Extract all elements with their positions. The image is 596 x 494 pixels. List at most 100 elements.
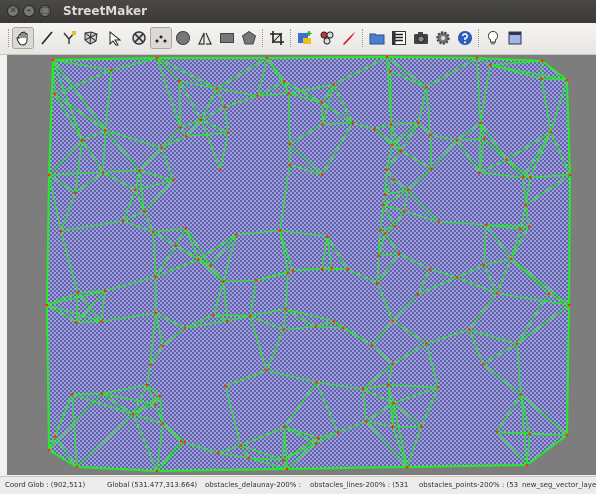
mesh-tool-button[interactable] <box>80 27 102 49</box>
mesh-vertex <box>428 268 431 271</box>
no-entry-tool-button[interactable] <box>128 27 150 49</box>
mesh-vertex <box>172 179 175 182</box>
line-tool-button[interactable] <box>58 27 80 49</box>
mesh-vertex <box>391 143 394 146</box>
mesh-vertex <box>549 131 552 134</box>
mirror-tool-button[interactable] <box>194 27 216 49</box>
mesh-vertex <box>468 328 471 331</box>
window-tool-button[interactable] <box>504 27 526 49</box>
mesh-edge <box>214 315 250 316</box>
mesh-vertex <box>332 320 335 323</box>
mesh-vertex <box>379 229 382 232</box>
red-brush-icon <box>341 30 357 46</box>
mesh-vertex <box>110 69 113 72</box>
brush-tool-button[interactable] <box>338 27 360 49</box>
mesh-vertex <box>149 363 152 366</box>
layer-status: obstacles_delaunay-200% : <box>205 481 301 489</box>
crop-tool-button[interactable] <box>266 27 288 49</box>
point-tool-button[interactable] <box>150 27 172 49</box>
select-arrow-tool-button[interactable] <box>104 27 126 49</box>
mesh-vertex <box>185 135 188 138</box>
mesh-vertex <box>417 293 420 296</box>
settings-tool-button[interactable] <box>432 27 454 49</box>
mesh-edge <box>322 103 323 125</box>
circle-tool-button[interactable] <box>172 27 194 49</box>
mesh-vertex <box>256 94 259 97</box>
mesh-vertex <box>224 385 227 388</box>
mesh-vertex <box>122 220 125 223</box>
hand-tool-button[interactable] <box>12 27 34 49</box>
mesh-vertex <box>321 268 324 271</box>
mesh-vertex <box>216 452 219 455</box>
folder-tool-button[interactable] <box>366 27 388 49</box>
mesh-vertex <box>529 176 532 179</box>
mesh-vertex <box>81 139 84 142</box>
maximize-window-button[interactable]: □ <box>39 5 51 17</box>
mesh-vertex <box>154 275 157 278</box>
mesh-edge <box>390 71 391 124</box>
rectangle-tool-button[interactable] <box>216 27 238 49</box>
mesh-vertex <box>100 320 103 323</box>
mesh-vertex <box>392 402 395 405</box>
layer-status: obstacles_points-200% : (53 <box>419 481 518 489</box>
pencil-tool-button[interactable] <box>36 27 58 49</box>
mesh-vertex <box>76 291 79 294</box>
camera-tool-button[interactable] <box>410 27 432 49</box>
mesh-vertex <box>528 225 531 228</box>
mesh-vertex <box>255 279 258 282</box>
mesh-vertex <box>330 267 333 270</box>
list-tool-button[interactable] <box>388 27 410 49</box>
mesh-vertex <box>209 264 212 267</box>
mesh-vertex <box>46 304 49 307</box>
mesh-vertex <box>76 466 79 469</box>
mesh-vertex <box>437 220 440 223</box>
layer-status: obstacles_lines-200% : (531 <box>310 481 408 489</box>
minimize-window-button[interactable]: – <box>23 5 35 17</box>
rectangle-icon <box>219 30 235 46</box>
no-entry-icon <box>131 30 147 46</box>
mesh-vertex <box>393 225 396 228</box>
delaunay-mesh <box>7 55 596 475</box>
mesh-vertex <box>376 282 379 285</box>
mesh-vertex <box>265 369 268 372</box>
mesh-vertex <box>156 57 159 60</box>
arrow-cursor-icon <box>107 30 123 46</box>
help-tool-button[interactable] <box>454 27 476 49</box>
mesh-vertex <box>361 388 364 391</box>
mirror-icon <box>197 30 213 46</box>
close-window-button[interactable]: ✕ <box>7 5 19 17</box>
mesh-vertex <box>430 167 433 170</box>
mesh-vertex <box>146 384 149 387</box>
mesh-vertex <box>184 227 187 230</box>
polygon-tool-button[interactable] <box>238 27 260 49</box>
mesh-vertex <box>483 264 486 267</box>
mesh-vertex <box>391 320 394 323</box>
mesh-vertex <box>384 232 387 235</box>
layer-tool-button[interactable] <box>294 27 316 49</box>
spline-icon <box>61 30 77 46</box>
mesh-vertex <box>132 413 135 416</box>
mesh-vertex <box>54 93 57 96</box>
mesh-vertex <box>407 189 410 192</box>
bulb-tool-button[interactable] <box>482 27 504 49</box>
mesh-vertex <box>386 56 389 59</box>
mesh-vertex <box>183 327 186 330</box>
mesh-vertex <box>104 289 107 292</box>
link-tool-button[interactable] <box>316 27 338 49</box>
mesh-vertex <box>342 327 345 330</box>
list-icon <box>391 30 407 46</box>
mesh-vertex <box>520 393 523 396</box>
toolbar-separator <box>262 29 265 47</box>
mesh-vertex <box>482 363 485 366</box>
mesh-vertex <box>417 122 420 125</box>
mesh-vertex <box>568 304 571 307</box>
mesh-vertex <box>158 395 161 398</box>
mesh-vertex <box>385 169 388 172</box>
mesh-vertex <box>377 254 380 257</box>
mesh-vertex <box>288 142 291 145</box>
toolbar-separator <box>8 29 11 47</box>
mesh-vertex <box>219 168 222 171</box>
mesh-vertex <box>282 459 285 462</box>
map-canvas[interactable] <box>7 55 596 475</box>
mesh-vertex <box>382 204 385 207</box>
